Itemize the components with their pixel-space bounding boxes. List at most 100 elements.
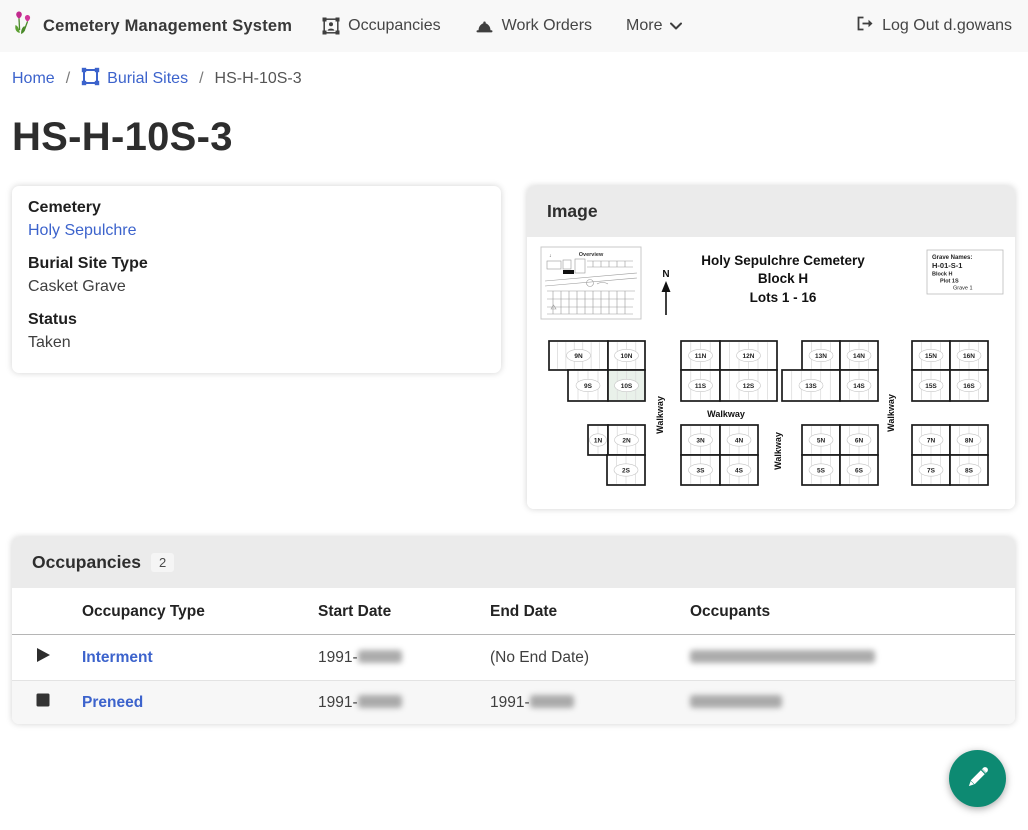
chevron-down-icon	[670, 22, 682, 30]
map-lot-5N: 5N	[802, 425, 840, 455]
overview-thumbnail: Overview ↓	[541, 247, 641, 319]
cards-row: Cemetery Holy Sepulchre Burial Site Type…	[0, 186, 1028, 509]
svg-text:2N: 2N	[622, 437, 631, 444]
occupancy-type-link[interactable]: Preneed	[82, 694, 143, 711]
burial-site-details-card: Cemetery Holy Sepulchre Burial Site Type…	[12, 186, 501, 373]
map-lot-12S: 12S	[720, 370, 777, 401]
column-header-start: Start Date	[310, 588, 482, 635]
svg-text:6S: 6S	[855, 467, 864, 474]
walkway-label: Walkway	[707, 409, 745, 419]
map-lot-11N: 11N	[681, 341, 720, 370]
occupants-cell	[682, 681, 1015, 725]
app-title: Cemetery Management System	[43, 17, 292, 36]
page-title: HS-H-10S-3	[0, 97, 1028, 186]
svg-text:12S: 12S	[743, 383, 755, 390]
walkway-label: Walkway	[886, 394, 896, 432]
occupancies-card: Occupancies 2 Occupancy Type Start Date …	[12, 537, 1015, 724]
start-date-cell: 1991-	[310, 681, 482, 725]
redacted-text	[690, 695, 782, 708]
north-arrow-icon: N	[662, 269, 671, 315]
plot-map-image: Overview ↓ N	[527, 237, 1015, 509]
svg-text:Holy Sepulchre Cemetery: Holy Sepulchre Cemetery	[701, 253, 865, 268]
map-lot-1N: 1N	[588, 425, 608, 455]
cemetery-link[interactable]: Holy Sepulchre	[28, 222, 137, 239]
walkway-label: Walkway	[773, 432, 783, 470]
column-header-icon	[12, 588, 74, 635]
map-lot-5S: 5S	[802, 455, 840, 485]
map-lot-10N: 10N	[608, 341, 645, 370]
svg-text:11S: 11S	[695, 383, 707, 390]
svg-text:4S: 4S	[735, 467, 744, 474]
redacted-text	[358, 650, 402, 663]
grave-names-legend: Grave Names: H-01-S-1 Block H Plot 1S Gr…	[927, 250, 1003, 294]
image-card: Image Overview ↓	[527, 186, 1015, 509]
app-brand[interactable]: Cemetery Management System	[12, 10, 292, 42]
svg-text:3N: 3N	[696, 437, 705, 444]
redacted-text	[530, 695, 574, 708]
logout-button[interactable]: Log Out d.gowans	[855, 15, 1012, 37]
map-lot-3S: 3S	[681, 455, 720, 485]
end-date-cell: 1991-	[482, 681, 682, 725]
burial-sites-icon	[81, 67, 100, 91]
field-value: Casket Grave	[28, 278, 485, 296]
svg-text:Lots 1 - 16: Lots 1 - 16	[750, 290, 817, 305]
map-lot-15N: 15N	[912, 341, 950, 370]
map-lot-7N: 7N	[912, 425, 950, 455]
map-lot-4N: 4N	[720, 425, 758, 455]
svg-text:9N: 9N	[574, 353, 583, 360]
tulip-logo-icon	[12, 10, 35, 42]
map-lot-16S: 16S	[950, 370, 988, 401]
svg-text:9S: 9S	[584, 383, 593, 390]
navbar: Cemetery Management System Occupancies	[0, 0, 1028, 52]
main-nav: Occupancies Work Orders More	[322, 17, 682, 35]
nav-item-more[interactable]: More	[626, 17, 682, 35]
occupancies-table: Occupancy Type Start Date End Date Occup…	[12, 588, 1015, 724]
nav-label: More	[626, 17, 662, 35]
edit-fab-button[interactable]	[949, 750, 1006, 807]
occupancy-type-link[interactable]: Interment	[82, 649, 153, 666]
nav-item-work-orders[interactable]: Work Orders	[475, 17, 592, 35]
svg-text:6N: 6N	[855, 437, 864, 444]
breadcrumb-current: HS-H-10S-3	[215, 70, 302, 88]
svg-text:14N: 14N	[853, 353, 865, 360]
map-lot-7S: 7S	[912, 455, 950, 485]
map-lot-2S: 2S	[607, 455, 645, 485]
field-label: Burial Site Type	[28, 255, 485, 273]
field-label: Cemetery	[28, 199, 485, 217]
svg-text:10N: 10N	[621, 353, 633, 360]
svg-text:7N: 7N	[927, 437, 936, 444]
breadcrumb-home-link[interactable]: Home	[12, 70, 55, 88]
map-lot-9N: 9N	[549, 341, 608, 370]
occupancies-header: Occupancies 2	[12, 537, 1015, 588]
map-lot-8S: 8S	[950, 455, 988, 485]
svg-text:7S: 7S	[927, 467, 936, 474]
svg-text:Grave 1: Grave 1	[953, 286, 973, 292]
svg-text:↓: ↓	[549, 253, 552, 259]
map-lot-11S: 11S	[681, 370, 720, 401]
svg-text:13S: 13S	[805, 383, 817, 390]
stop-icon	[36, 694, 50, 711]
nav-label: Work Orders	[502, 17, 592, 35]
svg-text:3S: 3S	[697, 467, 706, 474]
redacted-text	[358, 695, 402, 708]
map-lot-16N: 16N	[950, 341, 988, 370]
svg-text:N: N	[662, 269, 669, 280]
svg-text:10S: 10S	[621, 383, 633, 390]
logout-icon	[855, 15, 874, 37]
breadcrumb-label: Burial Sites	[107, 70, 188, 88]
breadcrumb-separator: /	[199, 70, 203, 88]
nav-item-occupancies[interactable]: Occupancies	[322, 17, 441, 35]
status-value: Taken	[28, 334, 485, 352]
field-burial-site-type: Burial Site Type Casket Grave	[28, 255, 485, 296]
occupancies-count-badge: 2	[151, 553, 174, 572]
svg-text:15N: 15N	[925, 353, 937, 360]
svg-text:Plot 1S: Plot 1S	[940, 279, 959, 285]
map-lot-12N: 12N	[720, 341, 777, 370]
map-lot-10S: 10S	[608, 370, 645, 401]
column-header-end: End Date	[482, 588, 682, 635]
svg-text:1N: 1N	[594, 437, 603, 444]
breadcrumb-burial-sites-link[interactable]: Burial Sites	[81, 67, 188, 91]
svg-text:12N: 12N	[743, 353, 755, 360]
play-icon	[36, 650, 51, 667]
map-lot-4S: 4S	[720, 455, 758, 485]
